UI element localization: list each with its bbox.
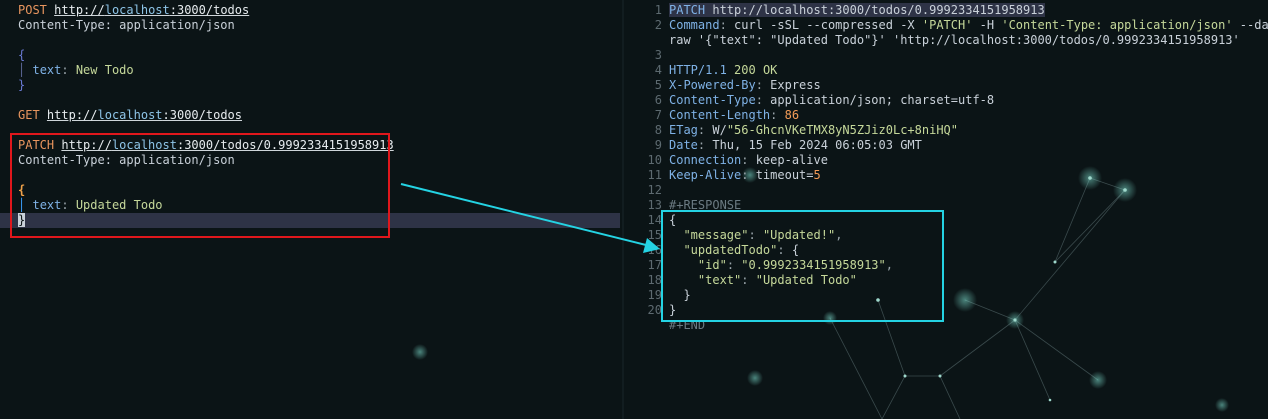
line-number: 15 xyxy=(647,228,662,242)
header-date: Date: Thu, 15 Feb 2024 06:05:03 GMT xyxy=(669,138,922,152)
curl-command-continued: raw '{"text": "Updated Todo"}' 'http://l… xyxy=(669,33,1240,47)
line-number: 17 xyxy=(647,258,662,272)
line-number: 13 xyxy=(647,198,662,212)
post-method: POST xyxy=(18,3,47,17)
line-number: 20 xyxy=(647,303,662,317)
get-method: GET xyxy=(18,108,40,122)
line-number: 6 xyxy=(654,93,662,107)
line-number: 19 xyxy=(647,288,662,302)
line-number: 1 xyxy=(654,3,662,17)
line-number: 2 xyxy=(654,18,662,32)
line-number: 3 xyxy=(654,48,662,62)
header-content-length: Content-Length: 86 xyxy=(669,108,800,122)
curl-command-line: Command: curl -sSL --compressed -X 'PATC… xyxy=(669,18,1268,32)
response-highlight-box xyxy=(661,210,944,322)
line-number: 9 xyxy=(654,138,662,152)
line-number: 8 xyxy=(654,123,662,137)
request-highlight-box xyxy=(10,133,390,238)
response-request-line: PATCH http://localhost:3000/todos/0.9992… xyxy=(669,3,1045,17)
get-request-line: GET http://localhost:3000/todos xyxy=(18,108,242,123)
line-number: 12 xyxy=(647,183,662,197)
status-line: HTTP/1.1 200 OK xyxy=(669,63,778,77)
line-number: 4 xyxy=(654,63,662,77)
line-number: 5 xyxy=(654,78,662,92)
post-body-line: │ text: New Todo xyxy=(18,63,134,77)
post-url-link[interactable]: http://localhost:3000/todos xyxy=(54,3,249,17)
line-number: 11 xyxy=(647,168,662,182)
header-etag: ETag: W/"56-GhcnVKeTMX8yN5ZJiz0Lc+8niHQ" xyxy=(669,123,958,137)
post-close-brace: } xyxy=(18,78,26,92)
line-number xyxy=(624,33,662,48)
post-header-line: Content-Type: application/json xyxy=(18,18,235,32)
line-number: 10 xyxy=(647,153,662,167)
header-x-powered-by: X-Powered-By: Express xyxy=(669,78,821,92)
header-connection: Connection: keep-alive xyxy=(669,153,828,167)
header-content-type: Content-Type: application/json; charset=… xyxy=(669,93,995,107)
line-number: 18 xyxy=(647,273,662,287)
post-open-brace: { xyxy=(18,48,26,62)
line-number: 14 xyxy=(647,213,662,227)
line-number: 16 xyxy=(647,243,662,257)
header-keep-alive: Keep-Alive: timeout=5 xyxy=(669,168,821,182)
post-request-line: POST http://localhost:3000/todos xyxy=(18,3,249,18)
line-number: 7 xyxy=(654,108,662,122)
get-url-link[interactable]: http://localhost:3000/todos xyxy=(47,108,242,122)
